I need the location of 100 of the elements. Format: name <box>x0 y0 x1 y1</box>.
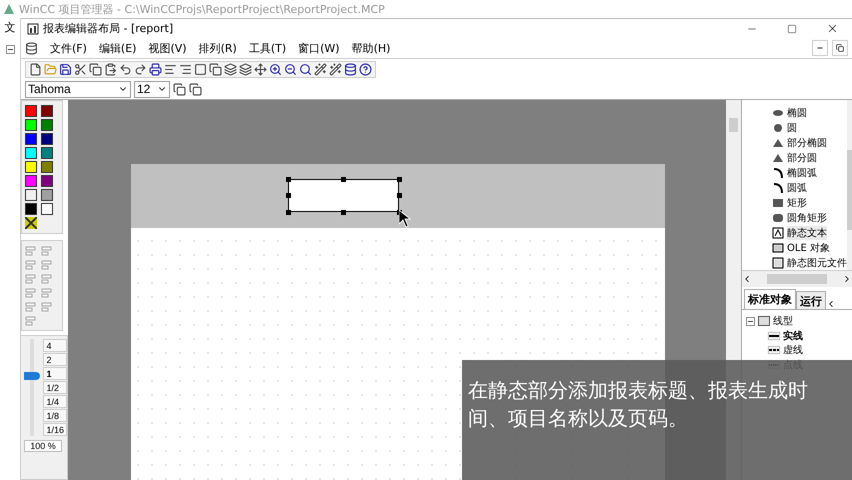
tab[interactable]: 标准对象 <box>744 289 796 309</box>
color-swatch[interactable] <box>25 189 37 201</box>
zoom-step[interactable]: 1/16 <box>43 423 67 436</box>
undo-icon[interactable] <box>119 62 132 76</box>
align-right-icon[interactable] <box>179 62 192 76</box>
tree-item[interactable]: 线型 <box>773 314 793 328</box>
zoom-step[interactable]: 1 <box>43 367 67 380</box>
color-swatch[interactable] <box>25 147 37 159</box>
rectangle-icon <box>772 197 784 209</box>
restore-icon <box>836 44 844 52</box>
tree-scrollbar[interactable] <box>847 100 852 270</box>
menu-item[interactable]: 帮助(H) <box>352 40 390 56</box>
tree-item[interactable]: 部分圆 <box>787 151 817 165</box>
color-swatch[interactable] <box>41 119 53 131</box>
maximize-icon <box>787 24 797 34</box>
color-swatch[interactable] <box>25 161 37 173</box>
zoom-step[interactable]: 4 <box>43 339 67 352</box>
wand-icon[interactable] <box>314 62 327 76</box>
mdi-restore-button[interactable] <box>832 40 848 56</box>
resize-handle[interactable] <box>341 176 346 182</box>
color-swatch[interactable] <box>25 175 37 187</box>
resize-handle[interactable] <box>286 193 290 198</box>
resize-handle[interactable] <box>286 176 290 182</box>
zoom-step[interactable]: 2 <box>43 353 67 366</box>
tree-item[interactable]: OLE 对象 <box>787 241 830 255</box>
line-type-icon <box>758 316 770 326</box>
tree-item[interactable]: 椭圆弧 <box>787 166 817 180</box>
font-dropdown[interactable]: Tahoma <box>25 80 131 98</box>
pattern-icon[interactable] <box>25 217 37 229</box>
tree-item[interactable]: 静态文本 <box>787 226 827 240</box>
resize-handle[interactable] <box>341 210 346 214</box>
paste-icon[interactable] <box>104 62 117 76</box>
window-title: 报表编辑器布局 - [report] <box>43 21 174 36</box>
font-size-dropdown[interactable]: 12 <box>134 80 170 98</box>
wand-icon[interactable] <box>329 62 342 76</box>
pie-icon <box>772 137 784 149</box>
tab[interactable]: 运行 <box>796 291 826 309</box>
menu-item[interactable]: 文件(F) <box>50 40 87 56</box>
color-swatch[interactable] <box>41 175 53 187</box>
menu-item[interactable]: 工具(T) <box>248 40 286 56</box>
pie-icon <box>772 152 784 164</box>
zoom-reading: 100 % <box>24 440 62 452</box>
report-app-icon <box>27 22 39 34</box>
color-swatch[interactable] <box>25 133 37 145</box>
tree-item[interactable]: 矩形 <box>787 196 807 210</box>
color-swatch[interactable] <box>41 189 53 201</box>
text-frame[interactable] <box>288 179 399 212</box>
zoom-icon[interactable] <box>299 62 312 76</box>
color-swatch[interactable] <box>41 147 53 159</box>
tree-item[interactable]: 虚线 <box>783 343 803 358</box>
menu-item[interactable]: 排列(R) <box>198 40 237 56</box>
new-file-icon[interactable] <box>29 62 42 76</box>
resize-handle[interactable] <box>396 176 402 182</box>
horizontal-scrollbar[interactable] <box>742 271 852 287</box>
menu-item[interactable]: 窗口(W) <box>298 40 340 56</box>
tree-item[interactable]: 椭圆 <box>787 106 807 120</box>
group-icon[interactable] <box>239 62 252 76</box>
color-swatch[interactable] <box>41 133 53 145</box>
move-icon[interactable] <box>254 62 267 76</box>
tree-item[interactable]: 圆弧 <box>787 181 807 195</box>
zoom-step[interactable]: 1/8 <box>43 409 67 422</box>
resize-handle[interactable] <box>396 193 402 198</box>
arc-icon <box>772 182 784 194</box>
zoom-step[interactable]: 1/2 <box>43 381 67 394</box>
color-swatch[interactable] <box>41 161 53 173</box>
save-icon[interactable] <box>59 62 72 76</box>
copy-icon[interactable] <box>89 62 102 76</box>
resize-handle[interactable] <box>286 210 290 214</box>
redo-icon[interactable] <box>134 62 147 76</box>
zoom-out-icon[interactable] <box>284 62 297 76</box>
tree-item[interactable]: 圆角矩形 <box>787 211 827 225</box>
align-left-icon[interactable] <box>164 62 177 76</box>
back-window-title: WinCC 项目管理器 - C:\WinCCProjs\ReportProject\ReportProject.MCP <box>19 2 385 16</box>
arc-icon <box>772 167 784 179</box>
tree-item[interactable]: 实线 <box>783 328 803 343</box>
object-icon <box>772 242 784 254</box>
color-swatch[interactable] <box>25 119 37 131</box>
tree-item[interactable]: 静态图元文件 <box>787 256 847 270</box>
database-icon[interactable] <box>344 62 357 76</box>
color-swatch[interactable] <box>41 105 53 117</box>
zoom-in-icon[interactable] <box>269 62 282 76</box>
ellipse-icon <box>772 107 784 119</box>
menu-item[interactable]: 编辑(E) <box>98 40 136 56</box>
menu-item[interactable]: 视图(V) <box>148 40 187 56</box>
zoom-step[interactable]: 1/4 <box>43 395 67 408</box>
color-swatch[interactable] <box>25 203 37 215</box>
rounded-rectangle-icon <box>772 212 784 224</box>
cursor-icon <box>399 210 411 228</box>
menu-item[interactable]: 文 <box>4 20 16 35</box>
cut-icon[interactable] <box>74 62 87 76</box>
collapse-icon[interactable] <box>746 316 755 326</box>
tree-item[interactable]: 部分椭圆 <box>787 136 827 150</box>
color-swatch[interactable] <box>41 203 53 215</box>
line-style-icon <box>768 346 780 354</box>
tree-item[interactable]: 圆 <box>787 121 797 135</box>
color-swatch[interactable] <box>25 105 37 117</box>
help-icon[interactable] <box>359 62 372 76</box>
layers-icon[interactable] <box>224 62 237 76</box>
zoom-slider-thumb[interactable] <box>24 372 40 380</box>
print-icon[interactable] <box>149 62 162 76</box>
